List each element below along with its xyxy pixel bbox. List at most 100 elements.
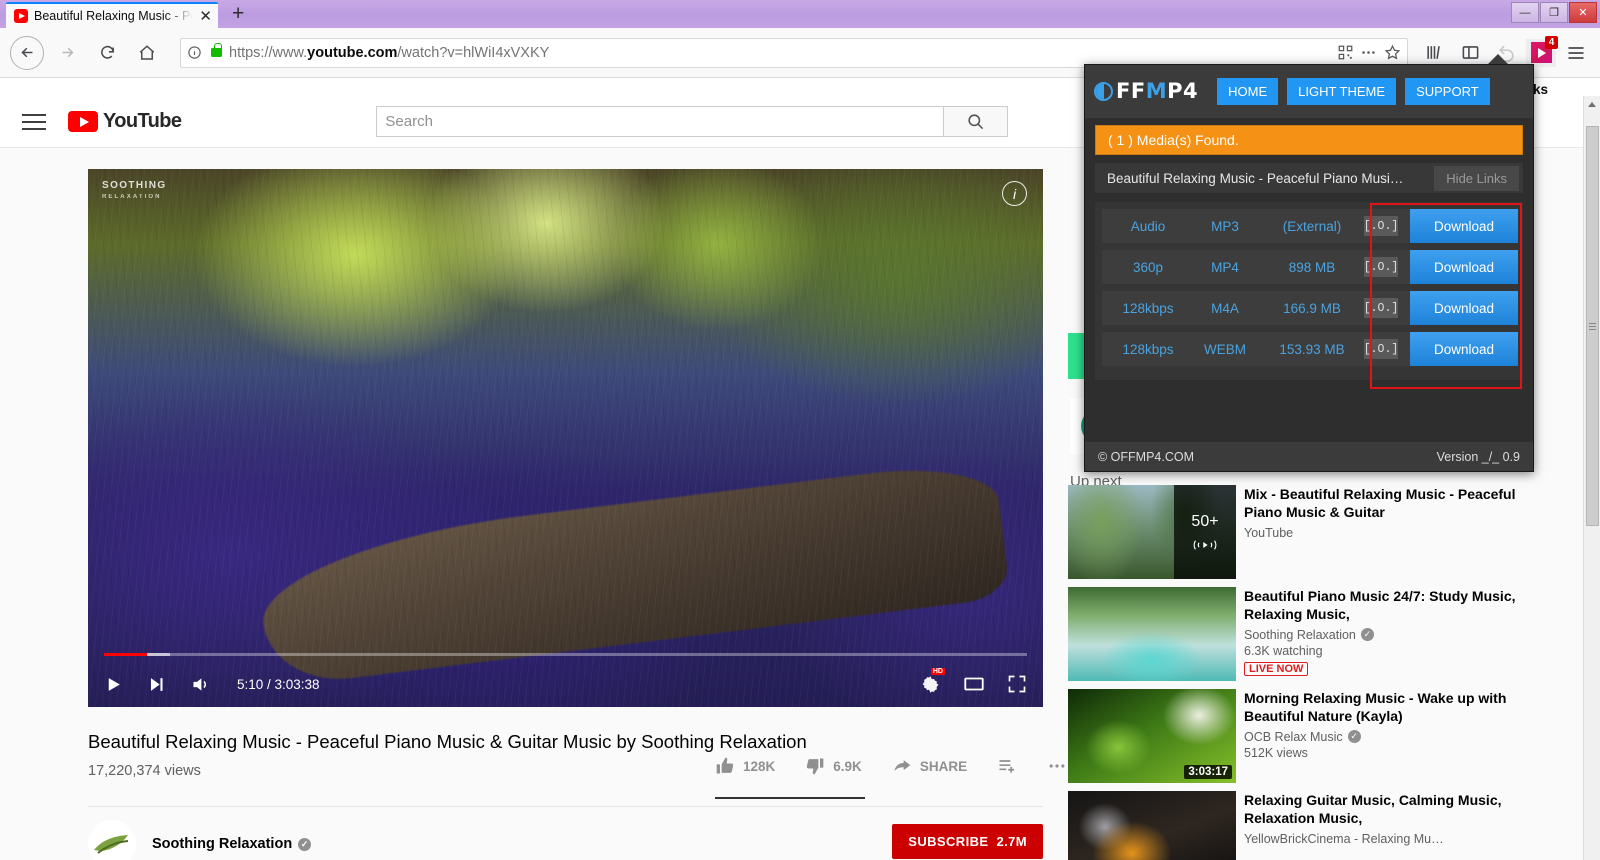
dislike-button[interactable]: 6.9K — [805, 756, 862, 776]
size-label[interactable]: (External) — [1260, 219, 1364, 234]
format-label[interactable]: M4A — [1190, 301, 1260, 316]
quality-label[interactable]: 128kbps — [1106, 301, 1190, 316]
video-duration: 3:03:17 — [1184, 765, 1232, 779]
list-item[interactable]: Beautiful Piano Music 24/7: Study Music,… — [1068, 587, 1546, 681]
theater-mode-button[interactable] — [963, 673, 985, 695]
format-label[interactable]: MP3 — [1190, 219, 1260, 234]
youtube-logo[interactable]: YouTube — [68, 110, 181, 133]
scroll-up-button[interactable] — [1584, 96, 1600, 113]
reload-button[interactable] — [90, 36, 124, 70]
size-label[interactable]: 898 MB — [1260, 260, 1364, 275]
video-info: Mix - Beautiful Relaxing Music - Peacefu… — [1244, 485, 1546, 579]
quality-label[interactable]: 128kbps — [1106, 342, 1190, 357]
copyright-label: © OFFMP4.COM — [1098, 450, 1194, 464]
video-thumbnail — [1068, 791, 1236, 860]
like-count: 128K — [743, 759, 775, 774]
page-info-icon[interactable] — [187, 45, 202, 60]
download-button[interactable]: Download — [1410, 291, 1518, 325]
like-button[interactable]: 128K — [715, 756, 775, 776]
download-button[interactable]: Download — [1410, 250, 1518, 284]
browser-tab[interactable]: Beautiful Relaxing Music - Pe ✕ — [6, 2, 218, 28]
dislike-count: 6.9K — [833, 759, 862, 774]
support-button[interactable]: SUPPORT — [1405, 78, 1490, 105]
download-button[interactable]: Download — [1410, 332, 1518, 366]
progress-bar[interactable] — [104, 653, 1027, 656]
quality-label[interactable]: 360p — [1106, 260, 1190, 275]
meta-divider — [88, 806, 1043, 807]
page-actions-icon[interactable] — [1360, 44, 1377, 61]
verified-badge-icon: ✓ — [298, 838, 311, 851]
fullscreen-button[interactable] — [1007, 674, 1027, 694]
search-button[interactable] — [944, 106, 1008, 137]
size-label[interactable]: 153.93 MB — [1260, 342, 1364, 357]
save-to-playlist-button[interactable] — [997, 756, 1017, 776]
channel-avatar[interactable] — [88, 820, 136, 860]
window-controls: — ❐ ✕ — [1511, 2, 1597, 23]
table-row: 128kbps M4A 166.9 MB [.O.] Download — [1102, 291, 1518, 325]
window-titlebar: Beautiful Relaxing Music - Pe ✕ + — ❐ ✕ — [0, 0, 1600, 28]
size-label[interactable]: 166.9 MB — [1260, 301, 1364, 316]
share-label: SHARE — [920, 759, 967, 774]
bookmark-star-icon[interactable] — [1384, 44, 1401, 61]
minimize-button[interactable]: — — [1511, 2, 1539, 23]
scrollbar-thumb[interactable] — [1586, 126, 1599, 526]
video-title: Beautiful Piano Music 24/7: Study Music,… — [1244, 588, 1546, 624]
list-item[interactable]: 3:03:17 Morning Relaxing Music - Wake up… — [1068, 689, 1546, 783]
thumbnail-art — [1068, 587, 1236, 681]
list-item[interactable]: 50+ Mix - Beautiful Relaxing Music - Pea… — [1068, 485, 1546, 579]
quality-label[interactable]: Audio — [1106, 219, 1190, 234]
format-label[interactable]: MP4 — [1190, 260, 1260, 275]
format-label[interactable]: WEBM — [1190, 342, 1260, 357]
next-video-button[interactable] — [147, 675, 166, 694]
app-menu-icon[interactable] — [1560, 37, 1592, 69]
page-scrollbar[interactable] — [1583, 96, 1600, 860]
thumbnail-art — [1068, 791, 1236, 860]
restore-button[interactable]: ❐ — [1540, 2, 1568, 23]
video-player[interactable]: SOOTHING RELAXATION i 5:10 / 3:03:38 — [88, 169, 1043, 707]
channel-row: Soothing Relaxation ✓ SUBSCRIBE 2.7M — [88, 820, 1043, 860]
right-controls: HD — [920, 673, 1027, 695]
list-item[interactable]: Relaxing Guitar Music, Calming Music, Re… — [1068, 791, 1546, 860]
mix-overlay: 50+ — [1174, 485, 1236, 579]
close-window-button[interactable]: ✕ — [1569, 2, 1597, 23]
options-button[interactable]: [.O.] — [1364, 257, 1398, 277]
new-tab-button[interactable]: + — [232, 5, 244, 23]
options-button[interactable]: [.O.] — [1364, 298, 1398, 318]
forward-button[interactable] — [50, 36, 84, 70]
share-button[interactable]: SHARE — [892, 756, 967, 776]
video-info: Morning Relaxing Music - Wake up with Be… — [1244, 689, 1546, 783]
progress-played — [104, 653, 147, 656]
volume-button[interactable] — [190, 674, 211, 695]
play-button[interactable] — [104, 675, 123, 694]
video-actions: 128K 6.9K SHARE — [715, 756, 1067, 776]
options-button[interactable]: [.O.] — [1364, 216, 1398, 236]
qr-code-icon[interactable] — [1338, 45, 1353, 60]
channel-name: YouTube — [1244, 526, 1546, 540]
popup-footer: © OFFMP4.COM Version _/_ 0.9 — [1084, 442, 1534, 472]
subscribe-button[interactable]: SUBSCRIBE 2.7M — [892, 824, 1043, 859]
home-button[interactable] — [130, 36, 164, 70]
settings-gear-icon[interactable]: HD — [920, 674, 941, 695]
video-info-icon[interactable]: i — [1002, 181, 1027, 206]
home-nav-button[interactable]: HOME — [1217, 78, 1278, 105]
extension-badge: 4 — [1545, 36, 1558, 49]
more-actions-button[interactable] — [1047, 756, 1067, 776]
video-thumbnail — [1068, 587, 1236, 681]
search-input[interactable] — [376, 106, 944, 137]
close-tab-icon[interactable]: ✕ — [199, 9, 212, 24]
download-button[interactable]: Download — [1410, 209, 1518, 243]
back-button[interactable] — [10, 36, 44, 70]
channel-name[interactable]: Soothing Relaxation ✓ — [152, 836, 311, 852]
watching-count: 6.3K watching — [1244, 644, 1546, 658]
guide-menu-button[interactable] — [22, 109, 46, 135]
channel-watermark: SOOTHING RELAXATION — [102, 179, 167, 201]
mix-waves-icon — [1192, 538, 1218, 552]
offmp4-extension-button[interactable]: 4 — [1526, 39, 1556, 67]
url-bar[interactable]: https://www.youtube.com/watch?v=hlWiI4xV… — [180, 38, 1408, 68]
light-theme-button[interactable]: LIGHT THEME — [1287, 78, 1396, 105]
hide-links-button[interactable]: Hide Links — [1434, 166, 1519, 191]
hd-badge: HD — [931, 668, 945, 675]
youtube-play-icon — [68, 111, 98, 132]
options-button[interactable]: [.O.] — [1364, 339, 1398, 359]
video-texture — [88, 169, 1043, 707]
